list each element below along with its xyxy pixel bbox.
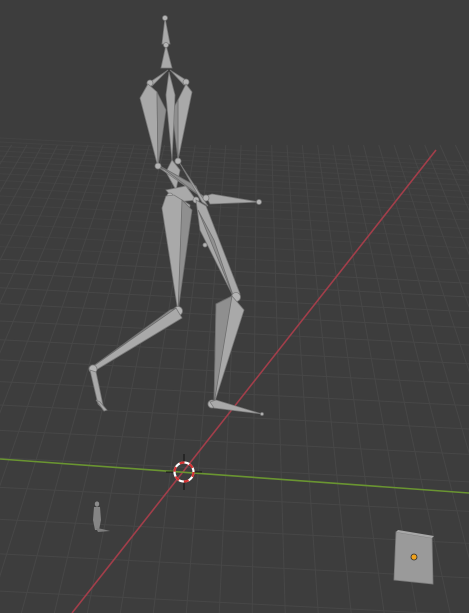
hand-bone xyxy=(205,193,260,205)
grid-line-v xyxy=(271,144,286,613)
grid-line-h xyxy=(0,339,469,365)
grid-line-v xyxy=(0,144,74,304)
hand-joint xyxy=(256,199,262,205)
y-axis-line xyxy=(0,458,469,494)
grid-line-v xyxy=(286,144,319,613)
elbow-right-joint xyxy=(174,157,182,165)
small-character-body xyxy=(93,507,101,530)
3d-viewport[interactable] xyxy=(0,0,469,613)
grid-line-h xyxy=(0,223,469,249)
grid-line-h xyxy=(0,141,469,167)
head-bone xyxy=(161,17,171,45)
grid-line-v xyxy=(53,144,166,613)
grid-line-h xyxy=(0,246,469,272)
grid-line-h xyxy=(0,213,469,239)
grid-line-h xyxy=(0,234,469,260)
hip-inner-joint xyxy=(202,242,208,248)
neck-joint xyxy=(163,42,169,48)
small-character-head xyxy=(94,501,100,507)
grid-line-h xyxy=(0,359,469,385)
cube[interactable] xyxy=(393,530,434,585)
upper-arm-left-shade xyxy=(156,91,167,168)
x-axis-line xyxy=(71,149,437,613)
toe-right-joint xyxy=(260,412,264,416)
upper-arm-right-bone xyxy=(177,83,193,161)
small-character-leg xyxy=(96,528,110,532)
head-joint xyxy=(162,15,168,21)
grid-line-h xyxy=(0,160,469,186)
wrist-joint xyxy=(202,194,210,202)
grid-line-h xyxy=(0,457,469,483)
thigh-right-shade xyxy=(197,209,235,299)
shin-left-shade xyxy=(91,307,177,368)
grid-line-h xyxy=(0,381,469,407)
cube-origin-dot xyxy=(410,553,418,561)
grid-line-v xyxy=(301,144,352,613)
upper-arm-left-bone xyxy=(139,83,159,168)
viewport-canvas[interactable] xyxy=(0,0,469,613)
small-character[interactable] xyxy=(93,501,110,532)
grid-line-h xyxy=(0,590,438,613)
neck-bone xyxy=(160,44,173,69)
elbow-left-joint xyxy=(154,162,162,170)
